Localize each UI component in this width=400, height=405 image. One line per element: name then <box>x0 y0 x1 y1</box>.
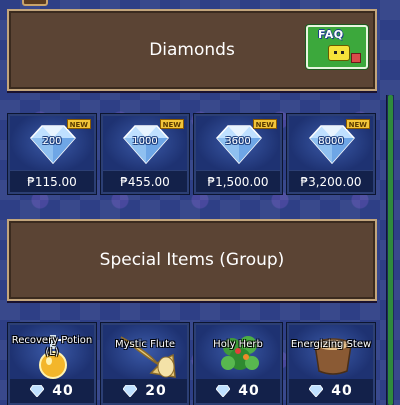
faq-label: FAQ <box>318 28 344 41</box>
item-cost: 40 <box>10 379 94 403</box>
item-art-area: Energizing Stew <box>289 325 373 382</box>
diamond-icon <box>216 385 231 397</box>
diamond-icon <box>30 385 45 397</box>
item-name: Holy Herb <box>213 339 263 350</box>
item-art-area: Mystic Flute <box>103 325 187 382</box>
new-badge: NEW <box>66 119 91 129</box>
diamond-icon <box>309 385 324 397</box>
diamond-amount: 200 <box>42 136 62 147</box>
item-cost: 20 <box>103 379 187 403</box>
diamond-price: ₱1,500.00 <box>196 170 280 192</box>
special-item-recovery-potion[interactable]: Recovery Potion (L) 40 <box>8 323 96 405</box>
item-art-area: Holy Herb <box>196 325 280 382</box>
diamond-pack-art: 3600 NEW <box>196 116 280 173</box>
diamond-price: ₱115.00 <box>10 170 94 192</box>
scrollbar-thumb[interactable] <box>388 95 393 405</box>
faq-mascot-icon <box>328 45 350 61</box>
diamond-pack-200[interactable]: 200 NEW ₱115.00 <box>8 114 96 194</box>
diamond-pack-8000[interactable]: 8000 NEW ₱3,200.00 <box>287 114 375 194</box>
top-tab-stub <box>22 0 48 6</box>
special-items-section-title: Special Items (Group) <box>99 250 285 270</box>
diamonds-section-title: Diamonds <box>149 40 235 60</box>
item-cost-value: 40 <box>238 383 260 399</box>
diamond-amount: 3600 <box>225 136 251 147</box>
item-name: Recovery Potion (L) <box>11 335 93 358</box>
special-item-energizing-stew[interactable]: Energizing Stew 40 <box>287 323 375 405</box>
special-item-mystic-flute[interactable]: Mystic Flute 20 <box>101 323 189 405</box>
new-badge: NEW <box>345 119 370 129</box>
item-name: Energizing Stew <box>290 339 372 350</box>
new-badge: NEW <box>252 119 277 129</box>
diamond-pack-art: 1000 NEW <box>103 116 187 173</box>
special-items-section-header: Special Items (Group) <box>7 219 377 301</box>
new-badge: NEW <box>159 119 184 129</box>
diamond-price: ₱3,200.00 <box>289 170 373 192</box>
item-cost: 40 <box>196 379 280 403</box>
diamond-amount: 1000 <box>132 136 158 147</box>
diamond-pack-art: 200 NEW <box>10 116 94 173</box>
diamond-pack-3600[interactable]: 3600 NEW ₱1,500.00 <box>194 114 282 194</box>
diamond-pack-art: 8000 NEW <box>289 116 373 173</box>
special-item-holy-herb[interactable]: Holy Herb 40 <box>194 323 282 405</box>
item-cost-value: 40 <box>52 383 74 399</box>
faq-sign-icon <box>351 53 361 63</box>
item-cost-value: 40 <box>331 383 353 399</box>
diamond-pack-1000[interactable]: 1000 NEW ₱455.00 <box>101 114 189 194</box>
item-name: Mystic Flute <box>114 339 176 350</box>
scrollbar[interactable] <box>386 95 394 405</box>
item-cost-value: 20 <box>145 383 167 399</box>
diamond-icon <box>123 385 138 397</box>
item-art-area: Recovery Potion (L) <box>10 325 94 382</box>
diamond-amount: 8000 <box>318 136 344 147</box>
item-cost: 40 <box>289 379 373 403</box>
faq-button[interactable]: FAQ <box>306 25 368 69</box>
diamond-price: ₱455.00 <box>103 170 187 192</box>
